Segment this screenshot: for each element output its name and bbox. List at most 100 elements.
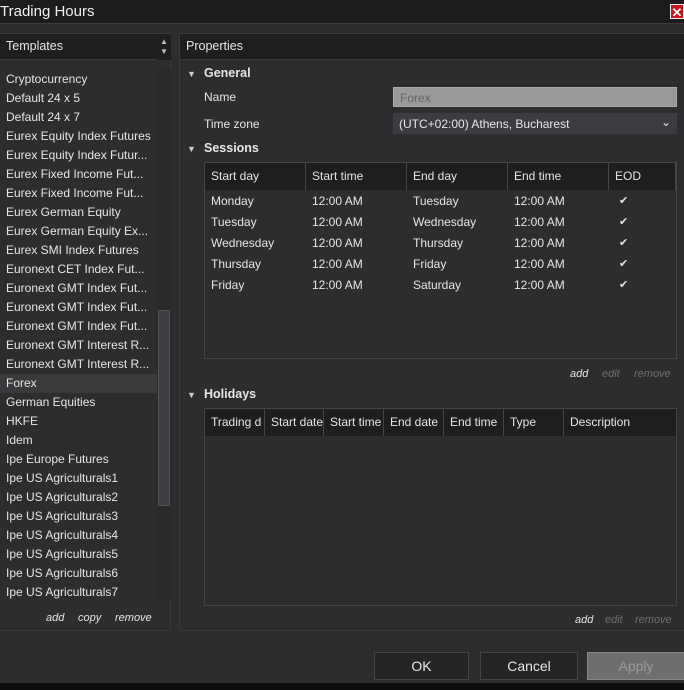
template-list-item[interactable]: Eurex SMI Index Futures [6,241,154,260]
template-list-item[interactable]: Cryptocurrency [6,70,154,89]
template-list-item[interactable]: Eurex Equity Index Futures [6,127,154,146]
column-header[interactable]: Type [504,409,564,436]
session-cell[interactable]: Thursday [205,254,306,275]
holiday-add-link[interactable]: add [575,614,593,626]
column-header[interactable]: End time [444,409,504,436]
templates-panel: Templates ▲ ▼ Cryptocurrency Default 24 x … [0,33,171,631]
session-cell[interactable]: 12:00 AM [306,191,407,212]
chevron-down-icon: ⌄ [660,115,671,129]
template-list-item[interactable]: Euronext CET Index Fut... [6,260,154,279]
sessions-table: Start day Start time End day End time EOD Mon… [204,162,677,359]
session-cell[interactable]: Saturday [407,275,508,296]
name-input[interactable]: Forex [393,87,677,107]
template-list-item[interactable]: Eurex Equity Index Futur... [6,146,154,165]
template-list-item[interactable]: Ipe US Agriculturals5 [6,545,154,564]
template-list-item[interactable]: Ipe US Agriculturals7 [6,583,154,602]
session-cell[interactable]: Wednesday [205,233,306,254]
general-section-label: General [204,66,251,80]
session-cell[interactable]: 12:00 AM [508,191,609,212]
cancel-button[interactable]: Cancel [480,652,578,680]
session-cell[interactable]: 12:00 AM [306,254,407,275]
timezone-select[interactable]: (UTC+02:00) Athens, Bucharest ⌄ [393,113,677,134]
template-list-item[interactable]: Forex [0,374,157,393]
session-cell[interactable]: Monday [205,191,306,212]
template-list-item[interactable]: Euronext GMT Interest R... [6,355,154,374]
template-list-item[interactable]: Ipe Europe Futures [6,450,154,469]
column-header[interactable]: Start date [265,409,324,436]
template-list-item[interactable]: Ipe US Agriculturals3 [6,507,154,526]
column-header[interactable]: EOD [609,163,676,190]
template-list-item[interactable]: Default 24 x 7 [6,108,154,127]
template-list-item[interactable]: Ipe US Agriculturals2 [6,488,154,507]
column-header[interactable]: End date [384,409,444,436]
scroll-arrows[interactable]: ▲ ▼ [157,34,171,60]
sessions-section-label: Sessions [204,141,259,155]
session-cell[interactable]: Tuesday [205,212,306,233]
templates-title: Templates [6,39,63,53]
holiday-edit-link[interactable]: edit [605,614,623,626]
eod-checkbox[interactable]: ✔ [613,233,628,254]
session-cell[interactable]: Friday [407,254,508,275]
template-list-item[interactable]: Eurex German Equity Ex... [6,222,154,241]
eod-checkbox[interactable]: ✔ [613,275,628,296]
template-list-item[interactable]: Eurex Fixed Income Fut... [6,184,154,203]
session-cell[interactable]: 12:00 AM [508,233,609,254]
holidays-section-label: Holidays [204,387,257,401]
template-list-item[interactable]: Euronext GMT Index Fut... [6,279,154,298]
template-list-item[interactable]: Ipe US Agriculturals4 [6,526,154,545]
holidays-table: Trading d Start date Start time End date End… [204,408,677,606]
session-cell[interactable]: Tuesday [407,191,508,212]
session-cell[interactable]: 12:00 AM [306,212,407,233]
template-list-item[interactable]: Idem [6,431,154,450]
session-cell[interactable]: 12:00 AM [508,212,609,233]
ok-button[interactable]: OK [374,652,469,680]
session-cell[interactable]: Thursday [407,233,508,254]
session-cell[interactable]: Friday [205,275,306,296]
session-edit-link[interactable]: edit [602,368,620,380]
template-list-item[interactable]: HKFE [6,412,154,431]
column-header[interactable]: Trading d [205,409,265,436]
template-remove-link[interactable]: remove [115,612,152,624]
column-header[interactable]: Start day [205,163,306,190]
title-bar: Trading Hours ✕ [0,0,684,24]
column-header[interactable]: End day [407,163,508,190]
template-add-link[interactable]: add [46,612,64,624]
session-cell[interactable]: 12:00 AM [508,254,609,275]
collapse-triangle-icon[interactable]: ▼ [187,69,196,79]
session-cell[interactable]: 12:00 AM [306,275,407,296]
template-copy-link[interactable]: copy [78,612,101,624]
collapse-triangle-icon[interactable]: ▼ [187,144,196,154]
session-cell[interactable]: 12:00 AM [306,233,407,254]
templates-header: Templates [0,34,170,60]
template-list-item[interactable]: Default 24 x 5 [6,89,154,108]
session-remove-link[interactable]: remove [634,368,671,380]
eod-checkbox[interactable]: ✔ [613,191,628,212]
apply-button[interactable]: Apply [587,652,684,680]
eod-checkbox[interactable]: ✔ [613,212,628,233]
eod-checkbox[interactable]: ✔ [613,254,628,275]
column-header[interactable]: Description [564,409,677,436]
template-list-item[interactable]: Ipe US Agriculturals6 [6,564,154,583]
holiday-remove-link[interactable]: remove [635,614,672,626]
session-cell[interactable]: 12:00 AM [508,275,609,296]
template-list-item[interactable]: Eurex Fixed Income Fut... [6,165,154,184]
session-cell[interactable]: Wednesday [407,212,508,233]
template-list-item[interactable]: Euronext GMT Index Fut... [6,317,154,336]
background-chart-strip [0,683,684,690]
template-list-item[interactable]: Ipe US Agriculturals1 [6,469,154,488]
close-icon[interactable]: ✕ [670,4,684,20]
column-header[interactable]: Start time [306,163,407,190]
properties-title: Properties [186,39,243,53]
template-list-item[interactable]: Euronext GMT Interest R... [6,336,154,355]
properties-panel: Properties ▼ General Name Forex Time zon… [179,33,684,631]
collapse-triangle-icon[interactable]: ▼ [187,390,196,400]
templates-list: Cryptocurrency Default 24 x 5 Default 24 x… [0,70,157,600]
scrollbar-track[interactable] [157,70,171,600]
column-header[interactable]: End time [508,163,609,190]
column-header[interactable]: Start time [324,409,384,436]
template-list-item[interactable]: Euronext GMT Index Fut... [6,298,154,317]
template-list-item[interactable]: Eurex German Equity [6,203,154,222]
scrollbar-thumb[interactable] [158,310,170,506]
template-list-item[interactable]: German Equities [6,393,154,412]
session-add-link[interactable]: add [570,368,588,380]
